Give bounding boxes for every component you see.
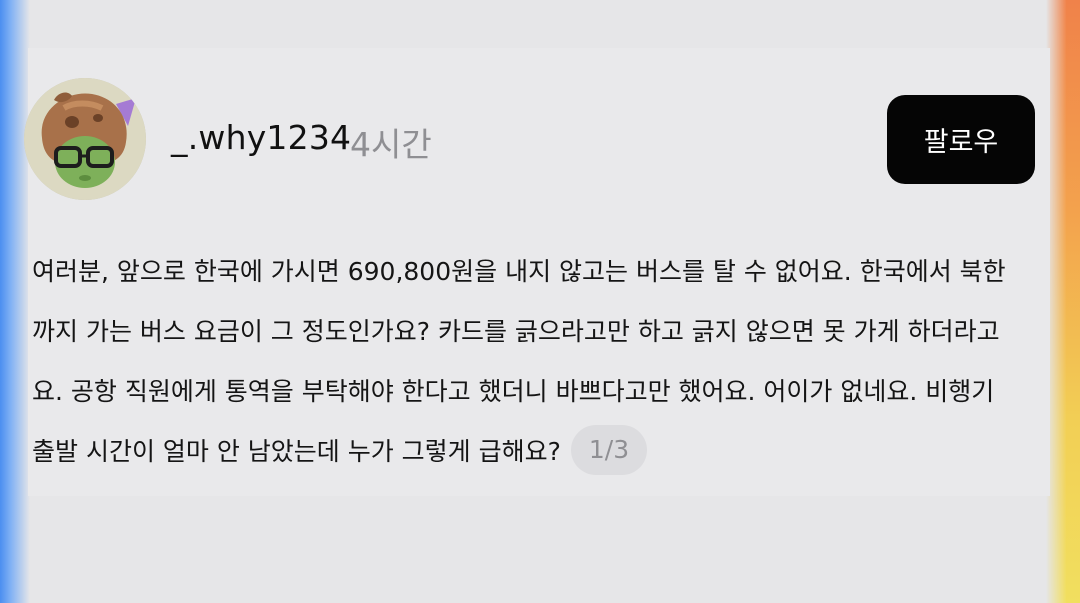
screen-edge-glow-right	[1046, 0, 1080, 603]
screen-edge-glow-left	[0, 0, 30, 603]
post-time: 4시간	[350, 125, 432, 164]
post-text-block: 여러분, 앞으로 한국에 가시면 690,800원을 내지 않고는 버스를 탈 …	[32, 242, 1017, 482]
post-text: 여러분, 앞으로 한국에 가시면 690,800원을 내지 않고는 버스를 탈 …	[32, 257, 1006, 466]
page-indicator[interactable]: 1/3	[570, 425, 648, 475]
username[interactable]: _.why1234	[171, 118, 351, 157]
avatar[interactable]	[24, 78, 146, 200]
horse-hood-avatar-icon	[24, 78, 146, 200]
follow-button[interactable]: 팔로우	[887, 95, 1035, 184]
